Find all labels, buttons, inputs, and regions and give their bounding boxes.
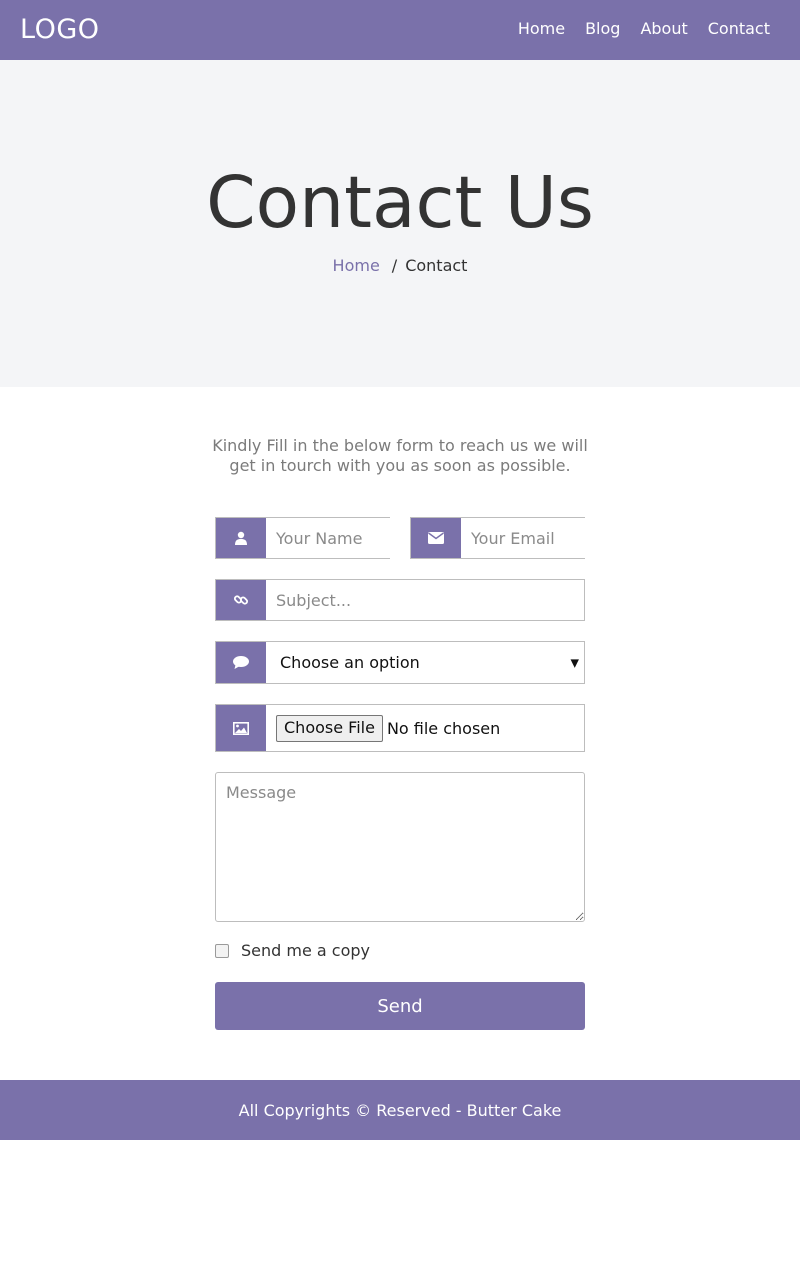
breadcrumb: Home / Contact bbox=[0, 256, 800, 276]
envelope-icon bbox=[411, 518, 461, 558]
nav-link-blog[interactable]: Blog bbox=[585, 19, 620, 39]
email-input[interactable] bbox=[461, 518, 681, 558]
nav-link-about[interactable]: About bbox=[640, 19, 687, 39]
file-status: No file chosen bbox=[386, 718, 501, 738]
link-icon bbox=[216, 580, 266, 620]
breadcrumb-home-link[interactable]: Home bbox=[333, 256, 380, 275]
subject-input-group bbox=[215, 579, 585, 621]
file-input: Choose File No file chosen bbox=[266, 705, 584, 751]
send-copy-label[interactable]: Send me a copy bbox=[241, 941, 370, 961]
send-button[interactable]: Send bbox=[215, 982, 585, 1030]
page-title: Contact Us bbox=[206, 161, 594, 244]
hero-banner: Contact Us Home / Contact bbox=[0, 60, 800, 387]
chevron-down-icon: ▼ bbox=[570, 656, 579, 669]
option-select[interactable]: Choose an option ▼ bbox=[266, 642, 584, 683]
image-icon bbox=[216, 705, 266, 751]
email-input-group bbox=[410, 517, 681, 559]
breadcrumb-separator: / bbox=[391, 256, 398, 275]
form-intro-text: Kindly Fill in the below form to reach u… bbox=[212, 436, 588, 475]
breadcrumb-current: Contact bbox=[405, 256, 468, 275]
file-upload-group: Choose File No file chosen bbox=[215, 704, 585, 752]
message-textarea[interactable] bbox=[215, 772, 585, 922]
user-icon bbox=[216, 518, 266, 558]
nav-link-home[interactable]: Home bbox=[518, 19, 565, 39]
nav-link-contact[interactable]: Contact bbox=[708, 19, 770, 39]
comment-icon bbox=[216, 642, 266, 683]
subject-input[interactable] bbox=[266, 580, 584, 620]
main-nav: Home Blog About Contact bbox=[518, 19, 770, 39]
option-select-group: Choose an option ▼ bbox=[215, 641, 585, 684]
name-input-group bbox=[215, 517, 486, 559]
send-copy-row: Send me a copy bbox=[215, 941, 370, 961]
logo[interactable]: LOGO bbox=[20, 14, 100, 45]
choose-file-button[interactable]: Choose File bbox=[276, 714, 383, 742]
option-select-value: Choose an option bbox=[280, 653, 420, 672]
send-copy-checkbox[interactable] bbox=[215, 944, 229, 958]
footer: All Copyrights © Reserved - Butter Cake bbox=[0, 1080, 800, 1140]
navbar: LOGO Home Blog About Contact bbox=[0, 0, 800, 60]
footer-copyright: All Copyrights © Reserved - Butter Cake bbox=[238, 1100, 562, 1120]
